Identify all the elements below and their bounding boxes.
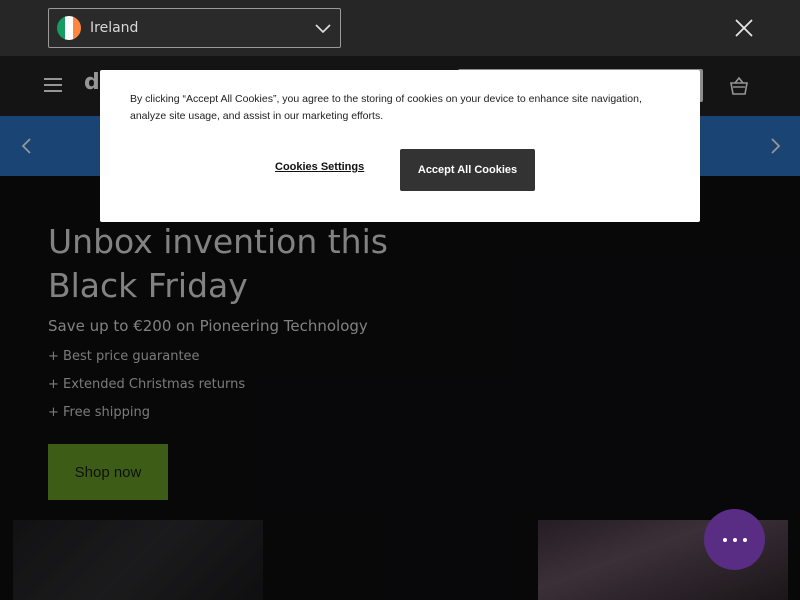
ireland-flag-icon xyxy=(57,16,81,40)
country-label: Ireland xyxy=(90,20,139,36)
country-bar: Ireland xyxy=(0,0,800,56)
accept-all-cookies-button[interactable]: Accept All Cookies xyxy=(400,149,535,191)
cookie-consent-dialog: By clicking “Accept All Cookies”, you ag… xyxy=(100,70,700,222)
cookie-message: By clicking “Accept All Cookies”, you ag… xyxy=(130,93,642,122)
chevron-down-icon xyxy=(315,24,331,34)
cookies-settings-button[interactable]: Cookies Settings xyxy=(275,161,364,173)
country-select[interactable]: Ireland xyxy=(48,8,341,48)
close-icon[interactable] xyxy=(733,17,755,39)
chat-icon[interactable] xyxy=(704,509,765,570)
